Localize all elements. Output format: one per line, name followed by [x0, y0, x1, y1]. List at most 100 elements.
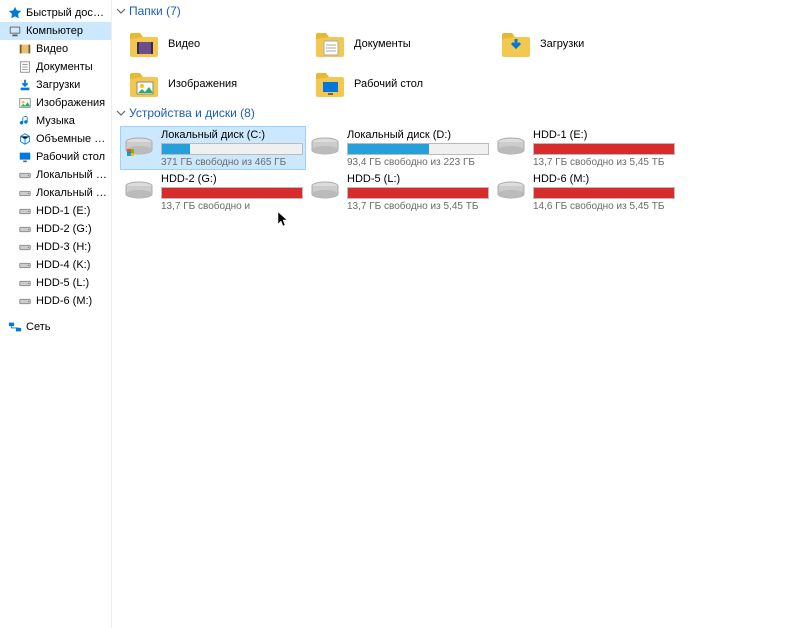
sidebar: Быстрый доступ Компьютер Видео Документы Заг…	[0, 0, 112, 628]
drive-icon	[18, 276, 32, 290]
drive-icon	[495, 131, 527, 163]
drive-icon	[309, 131, 341, 163]
sidebar-item-label: HDD-1 (E:)	[36, 205, 90, 217]
picture-icon	[18, 96, 32, 110]
sidebar-item-hdd2[interactable]: HDD-2 (G:)	[0, 220, 111, 238]
drive-free-text: 13,7 ГБ свободно из 5,45 ТБ	[347, 201, 489, 212]
network-icon	[8, 320, 22, 334]
sidebar-item-hdd3[interactable]: HDD-3 (H:)	[0, 238, 111, 256]
drive-label: HDD-6 (M:)	[533, 173, 675, 185]
drive-usage-bar	[347, 187, 489, 199]
video-icon	[18, 42, 32, 56]
music-icon	[18, 114, 32, 128]
star-icon	[8, 6, 22, 20]
download-icon	[18, 78, 32, 92]
folder-icon	[314, 28, 346, 60]
drive-item-d[interactable]: Локальный диск (D:) 93,4 ГБ свободно из …	[306, 126, 492, 170]
folder-label: Документы	[354, 38, 411, 50]
doc-icon	[18, 60, 32, 74]
folder-icon	[314, 68, 346, 100]
sidebar-item-label: Компьютер	[26, 25, 83, 37]
sidebar-item-computer[interactable]: Компьютер	[0, 22, 111, 40]
sidebar-item-label: Изображения	[36, 97, 105, 109]
drive-free-text: 13,7 ГБ свободно из 5,45 ТБ	[533, 157, 675, 168]
sidebar-item-quick-access[interactable]: Быстрый доступ	[0, 4, 111, 22]
sidebar-item-label: Локальный диск (C	[36, 169, 107, 181]
drive-item-m[interactable]: HDD-6 (M:) 14,6 ГБ свободно из 5,45 ТБ	[492, 170, 678, 214]
sidebar-item-network[interactable]: Сеть	[0, 318, 111, 336]
drive-item-l[interactable]: HDD-5 (L:) 13,7 ГБ свободно из 5,45 ТБ	[306, 170, 492, 214]
folder-item-desktop[interactable]: Рабочий стол	[312, 64, 498, 104]
folder-label: Видео	[168, 38, 200, 50]
drive-usage-bar	[161, 143, 303, 155]
main-pane: Папки (7) Видео Документы Загрузки Изображе…	[112, 0, 800, 628]
drive-icon	[18, 258, 32, 272]
drive-icon	[18, 186, 32, 200]
folder-icon	[128, 28, 160, 60]
sidebar-item-pictures[interactable]: Изображения	[0, 94, 111, 112]
sidebar-item-label: Сеть	[26, 321, 50, 333]
drive-label: Локальный диск (C:)	[161, 129, 303, 141]
sidebar-item-label: HDD-4 (K:)	[36, 259, 90, 271]
sidebar-item-music[interactable]: Музыка	[0, 112, 111, 130]
sidebar-item-label: Видео	[36, 43, 68, 55]
folder-item-documents[interactable]: Документы	[312, 24, 498, 64]
drive-icon	[123, 131, 155, 163]
drive-icon	[18, 240, 32, 254]
drive-icon	[18, 168, 32, 182]
sidebar-item-documents[interactable]: Документы	[0, 58, 111, 76]
drive-label: HDD-5 (L:)	[347, 173, 489, 185]
drive-item-e[interactable]: HDD-1 (E:) 13,7 ГБ свободно из 5,45 ТБ	[492, 126, 678, 170]
folder-item-downloads[interactable]: Загрузки	[498, 24, 684, 64]
sidebar-item-label: Быстрый доступ	[26, 7, 107, 19]
folder-icon	[128, 68, 160, 100]
sidebar-item-label: Рабочий стол	[36, 151, 105, 163]
sidebar-item-locald[interactable]: Локальный диск (	[0, 184, 111, 202]
sidebar-item-hdd4[interactable]: HDD-4 (K:)	[0, 256, 111, 274]
sidebar-item-hdd5[interactable]: HDD-5 (L:)	[0, 274, 111, 292]
drive-item-g[interactable]: HDD-2 (G:) 13,7 ГБ свободно и	[120, 170, 306, 214]
folder-item-videos[interactable]: Видео	[126, 24, 312, 64]
sidebar-item-label: HDD-3 (H:)	[36, 241, 91, 253]
folder-icon	[500, 28, 532, 60]
sidebar-item-label: HDD-6 (M:)	[36, 295, 92, 307]
drive-label: Локальный диск (D:)	[347, 129, 489, 141]
folders-group-label: Папки (7)	[129, 4, 181, 18]
sidebar-item-3dobjects[interactable]: Объемные объек	[0, 130, 111, 148]
drive-usage-bar	[347, 143, 489, 155]
drive-icon	[18, 204, 32, 218]
drive-label: HDD-2 (G:)	[161, 173, 303, 185]
drive-icon	[123, 175, 155, 207]
drive-usage-bar	[533, 187, 675, 199]
folders-grid: Видео Документы Загрузки Изображения Рабочий…	[126, 24, 796, 104]
sidebar-item-desktop[interactable]: Рабочий стол	[0, 148, 111, 166]
drive-icon	[18, 222, 32, 236]
sidebar-item-hdd6[interactable]: HDD-6 (M:)	[0, 292, 111, 310]
folder-label: Загрузки	[540, 38, 584, 50]
folder-label: Рабочий стол	[354, 78, 423, 90]
drive-icon	[18, 294, 32, 308]
drive-usage-bar	[161, 187, 303, 199]
drives-group-header[interactable]: Устройства и диски (8)	[116, 106, 796, 120]
sidebar-item-label: Документы	[36, 61, 93, 73]
chevron-down-icon	[116, 108, 126, 118]
drive-item-c[interactable]: Локальный диск (C:) 371 ГБ свободно из 4…	[120, 126, 306, 170]
folder-item-pictures[interactable]: Изображения	[126, 64, 312, 104]
sidebar-item-label: HDD-2 (G:)	[36, 223, 92, 235]
sidebar-item-label: Локальный диск (	[36, 187, 107, 199]
drive-free-text: 13,7 ГБ свободно и	[161, 201, 303, 212]
sidebar-item-videos[interactable]: Видео	[0, 40, 111, 58]
computer-icon	[8, 24, 22, 38]
sidebar-item-label: Объемные объек	[36, 133, 107, 145]
drive-free-text: 14,6 ГБ свободно из 5,45 ТБ	[533, 201, 675, 212]
drive-free-text: 371 ГБ свободно из 465 ГБ	[161, 157, 303, 168]
sidebar-item-downloads[interactable]: Загрузки	[0, 76, 111, 94]
drive-free-text: 93,4 ГБ свободно из 223 ГБ	[347, 157, 489, 168]
desktop-icon	[18, 150, 32, 164]
sidebar-item-hdd1[interactable]: HDD-1 (E:)	[0, 202, 111, 220]
sidebar-item-label: Музыка	[36, 115, 75, 127]
drives-grid: Локальный диск (C:) 371 ГБ свободно из 4…	[120, 126, 796, 214]
drive-label: HDD-1 (E:)	[533, 129, 675, 141]
folders-group-header[interactable]: Папки (7)	[116, 4, 796, 18]
sidebar-item-localc[interactable]: Локальный диск (C	[0, 166, 111, 184]
